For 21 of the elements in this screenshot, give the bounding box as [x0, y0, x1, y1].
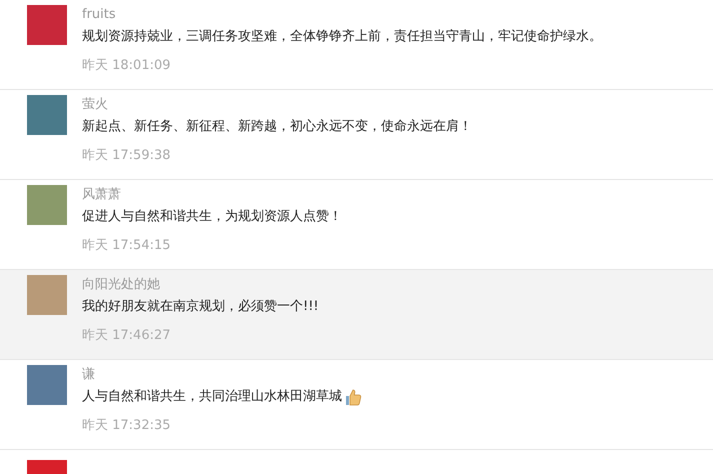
comment-time: 昨天 17:59:38 [82, 147, 172, 165]
avatar-placeholder [27, 185, 67, 225]
comment-text: 新起点、新任务、新征程、新跨越，初心永远不变，使命永远在肩！ [82, 118, 472, 136]
avatar-placeholder [27, 365, 67, 405]
commenter-name: 风萧萧 [82, 186, 122, 204]
comment-time: 昨天 17:32:35 [82, 417, 172, 435]
comment-text: 促进人与自然和谐共生，为规划资源人点赞！ [82, 208, 342, 226]
thumbs-up-icon [343, 387, 363, 407]
commenter-name: 萤火 [82, 96, 109, 114]
comment-text: 我的好朋友就在南京规划，必须赞一个!!! [82, 298, 319, 316]
avatar-placeholder [27, 275, 67, 315]
commenter-name: 向阳光处的她 [82, 276, 161, 294]
avatar-placeholder [27, 5, 67, 45]
avatar-placeholder [27, 95, 67, 135]
commenter-name: fruits [82, 6, 117, 24]
comment-time: 昨天 17:54:15 [82, 237, 172, 255]
comment-text: 规划资源持兢业，三调任务攻坚难，全体铮铮齐上前，责任担当守青山，牢记使命护绿水。 [82, 28, 602, 46]
commenter-name: 谦 [82, 366, 96, 384]
comment-time: 昨天 18:01:09 [82, 57, 172, 75]
comment-time: 昨天 17:46:27 [82, 327, 172, 345]
comment-text: 人与自然和谐共生，共同治理山水林田湖草城 [82, 388, 342, 406]
